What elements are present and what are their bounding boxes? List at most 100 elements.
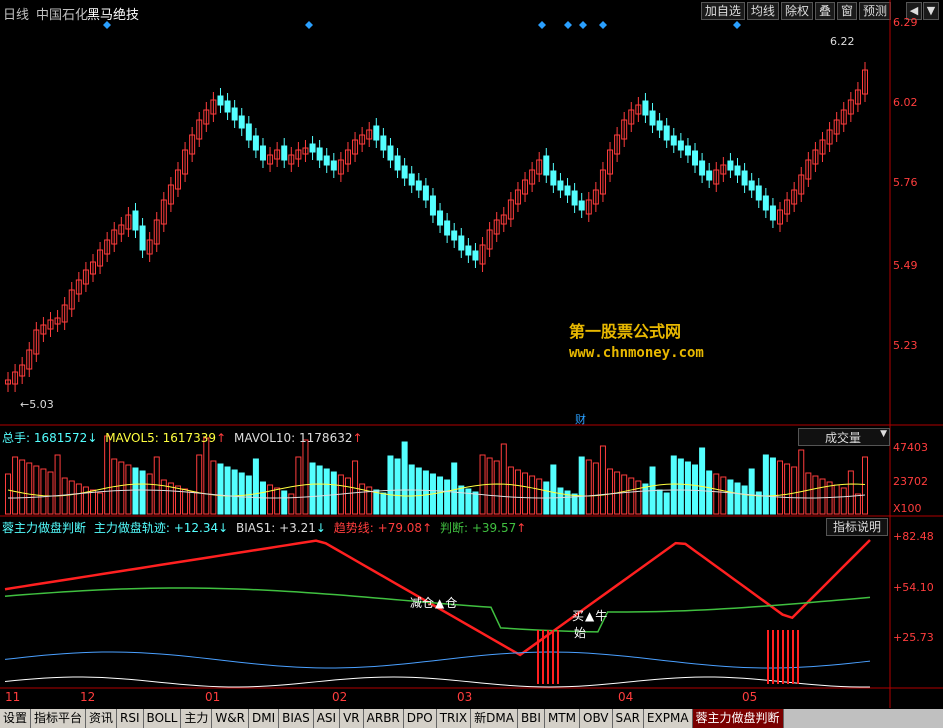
candle-body xyxy=(762,195,769,211)
volume-bar xyxy=(174,485,181,515)
volume-bar xyxy=(12,456,19,515)
start-text: 始 xyxy=(574,626,587,640)
candle-body xyxy=(281,145,288,161)
volume-bar xyxy=(677,458,684,515)
volume-bar xyxy=(408,464,415,515)
volume-bar xyxy=(493,460,500,515)
volume-bar xyxy=(323,468,330,515)
candle-body xyxy=(741,170,748,186)
date-tick: 02 xyxy=(332,690,348,704)
tab-bbi[interactable]: BBI xyxy=(517,709,545,728)
volume-bar xyxy=(748,468,755,515)
tab-new-dma[interactable]: 新DMA xyxy=(471,709,518,728)
tab-bias[interactable]: BIAS xyxy=(279,709,314,728)
indicator-help-button[interactable]: 指标说明 xyxy=(826,518,888,536)
volume-bar xyxy=(819,478,826,515)
volume-bar xyxy=(146,473,153,515)
tab-trix[interactable]: TRIX xyxy=(436,709,472,728)
kline-chart[interactable] xyxy=(0,0,943,728)
candle-body xyxy=(238,115,245,129)
date-tick: 01 xyxy=(205,690,221,704)
indicator-tick: +82.48 xyxy=(893,530,934,543)
tab-indicator-platform[interactable]: 指标平台 xyxy=(31,709,87,728)
tab-rsi[interactable]: RSI xyxy=(117,709,144,728)
volume-bar xyxy=(706,470,713,515)
volume-bar xyxy=(316,465,323,515)
tab-mtm[interactable]: MTM xyxy=(544,709,580,728)
low-price-value: 5.03 xyxy=(29,398,54,411)
candle-body xyxy=(224,100,231,113)
diamond-icon xyxy=(103,21,111,29)
tab-wr[interactable]: W&R xyxy=(212,709,249,728)
candle-body xyxy=(415,180,422,191)
down-arrow-icon: ↓ xyxy=(87,431,98,445)
volume-bar xyxy=(189,491,196,515)
volume-bar xyxy=(125,464,132,515)
tab-boll[interactable]: BOLL xyxy=(143,709,182,728)
candle-body xyxy=(755,185,762,201)
volume-bar xyxy=(196,454,203,515)
track-value: +12.34 xyxy=(173,521,219,535)
tab-main-force[interactable]: 主力 xyxy=(181,709,213,728)
candle-body xyxy=(373,125,380,141)
volume-bar xyxy=(422,470,429,515)
total-label: 总手: xyxy=(2,431,34,445)
volume-bar xyxy=(592,462,599,515)
volume-bar xyxy=(5,473,11,515)
volume-bar xyxy=(458,485,465,515)
volume-bar xyxy=(734,482,741,515)
tab-main-force-judge[interactable]: 蓉主力做盘判断 xyxy=(692,709,784,728)
volume-bar xyxy=(720,476,727,515)
volume-bar xyxy=(380,492,387,515)
buy-signal-label: 买▲牛 xyxy=(572,607,607,624)
up-arrow-icon: ↑ xyxy=(216,431,227,445)
volume-selector[interactable]: 成交量 ▼ xyxy=(798,428,890,446)
mavol5-value: 1617339 xyxy=(162,431,217,445)
tab-vr[interactable]: VR xyxy=(340,709,364,728)
volume-bar xyxy=(599,445,606,515)
volume-bar xyxy=(500,443,507,515)
tab-dmi[interactable]: DMI xyxy=(248,709,280,728)
volume-tick: 23702 xyxy=(893,475,928,488)
down-arrow-icon: ↓ xyxy=(315,521,326,535)
tab-expma[interactable]: EXPMA xyxy=(643,709,693,728)
tab-dpo[interactable]: DPO xyxy=(403,709,437,728)
volume-bar xyxy=(635,480,642,515)
candlestick-series xyxy=(5,62,868,392)
candle-body xyxy=(684,145,691,156)
volume-bar xyxy=(769,457,776,515)
volume-bar xyxy=(472,491,479,515)
volume-bar xyxy=(97,492,104,515)
volume-bar xyxy=(847,470,854,515)
candle-body xyxy=(330,160,337,171)
candle-body xyxy=(422,185,429,201)
tab-obv[interactable]: OBV xyxy=(580,709,613,728)
tab-sar[interactable]: SAR xyxy=(612,709,644,728)
tab-arbr[interactable]: ARBR xyxy=(363,709,404,728)
volume-bar xyxy=(40,468,47,515)
candle-body xyxy=(245,123,252,141)
date-tick: 04 xyxy=(618,690,634,704)
tab-news[interactable]: 资讯 xyxy=(86,709,118,728)
candle-body xyxy=(401,165,408,179)
triangle-up-icon: ▲ xyxy=(435,596,445,610)
candle-body xyxy=(727,160,734,171)
volume-bar xyxy=(437,476,444,515)
candle-body xyxy=(642,100,649,116)
tab-asi[interactable]: ASI xyxy=(313,709,341,728)
tab-settings[interactable]: 设置 xyxy=(0,709,32,728)
diamond-icon xyxy=(305,21,313,29)
volume-bar xyxy=(713,473,720,515)
price-tick: 6.02 xyxy=(893,96,918,109)
candle-body xyxy=(656,120,663,131)
volume-bar xyxy=(514,469,521,515)
finance-event-marker[interactable]: 财 xyxy=(575,411,586,427)
volume-bar xyxy=(663,492,670,515)
high-price-label: 6.22 xyxy=(830,35,855,48)
volume-bar xyxy=(791,466,798,515)
candle-body xyxy=(451,230,458,241)
volume-bar xyxy=(684,461,691,515)
volume-bar xyxy=(104,435,111,515)
volume-bar xyxy=(182,488,189,515)
candle-body xyxy=(387,145,394,161)
